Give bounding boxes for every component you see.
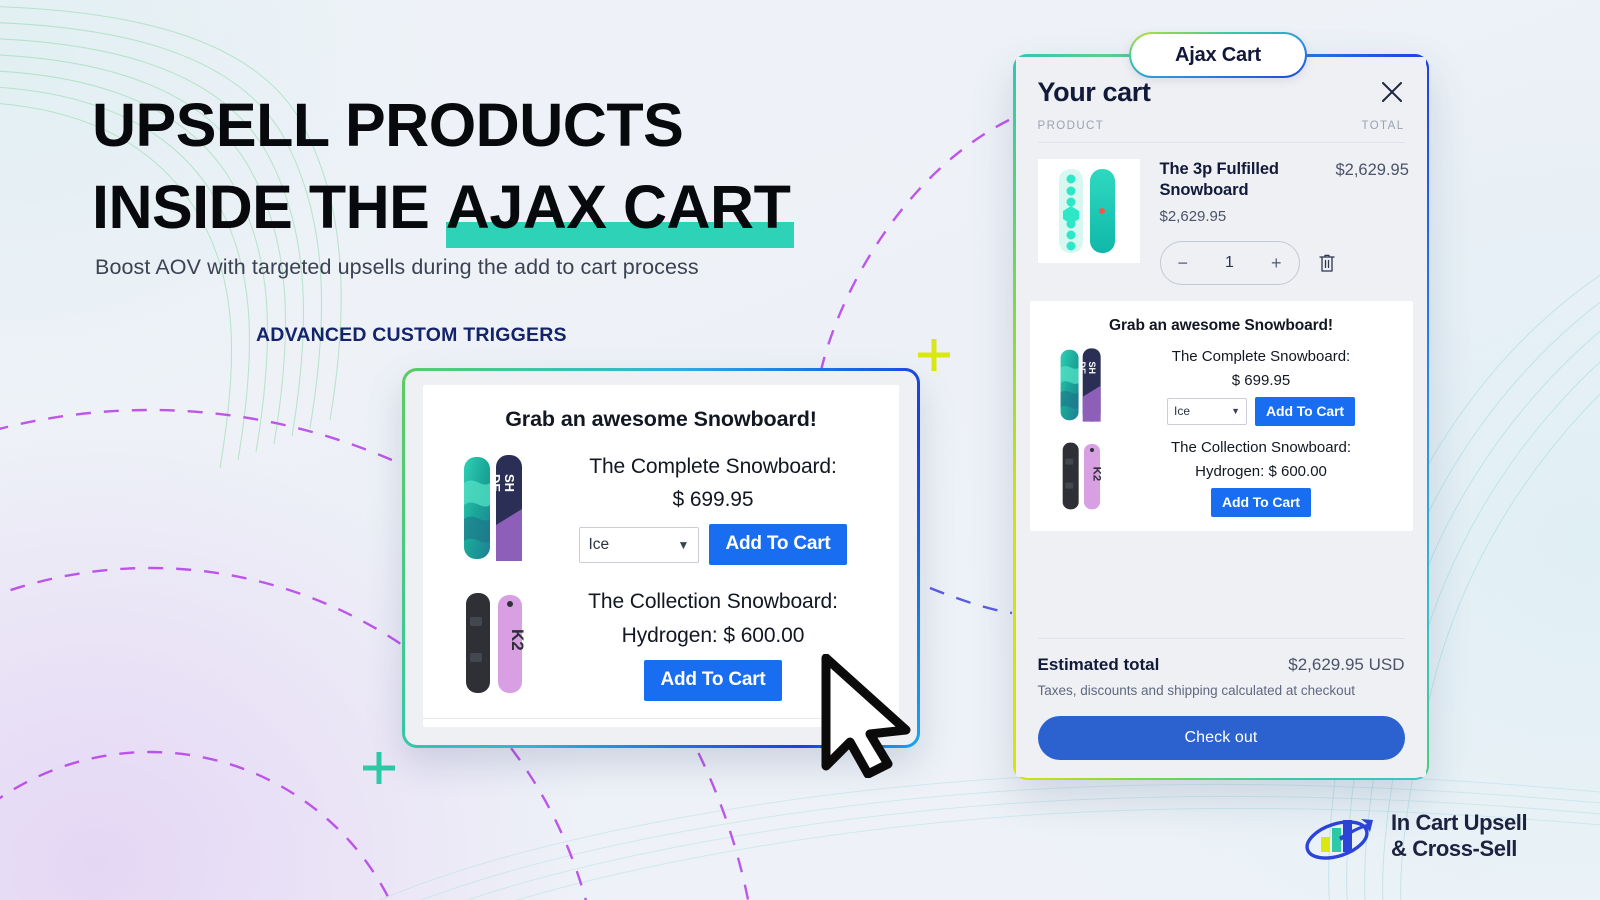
cart-upsell-row-2: K2 The Collection Snowboard: Hydrogen: $…	[1042, 436, 1401, 517]
feature-kicker: ADVANCED CUSTOM TRIGGERS	[256, 324, 567, 346]
column-header-product: PRODUCT	[1037, 119, 1105, 132]
cart-upsell-1-name: The Complete Snowboard:	[1171, 347, 1351, 365]
snowboard-collection-icon: K2	[466, 593, 527, 694]
cart-item-thumbnail	[1037, 158, 1140, 263]
checkout-button[interactable]: Check out	[1037, 715, 1405, 760]
upsell-popup-title: Grab an awesome Snowboard!	[505, 407, 817, 431]
svg-text:SH: SH	[1086, 362, 1096, 374]
ajax-cart-inner: Your cart PRODUCT TOTAL The 3p Fulfilled…	[1015, 56, 1427, 778]
cart-line-item: The 3p Fulfilled Snowboard $2,629.95 − 1…	[1016, 143, 1427, 285]
estimated-total-row: Estimated total $2,629.95 USD	[1038, 655, 1405, 675]
cart-upsell-2-thumbnail: K2	[1042, 441, 1122, 511]
cart-upsell-1-variant-wrap: Ice ▼	[1167, 397, 1248, 425]
cart-upsell-row-1: SH DE The Complete Snowboard: $ 699.95 Ic…	[1042, 345, 1401, 426]
svg-text:K2: K2	[508, 629, 527, 651]
popup-offer-2-price: Hydrogen: $ 600.00	[621, 623, 805, 647]
cart-upsell-2-price: Hydrogen: $ 600.00	[1195, 462, 1327, 480]
brand-logo-line-2: & Cross-Sell	[1391, 835, 1518, 861]
page-title: UPSELL PRODUCTS INSIDE THE AJAX CART	[92, 86, 892, 249]
cart-upsell-1-price: $ 699.95	[1231, 371, 1291, 389]
ajax-cart-badge-label: Ajax Cart	[1131, 34, 1305, 76]
cart-upsell-2-controls: Add To Cart	[1122, 487, 1401, 517]
snowboard-3p-fulfilled-icon	[1058, 168, 1115, 253]
popup-offer-1-variant-select[interactable]: Ice	[579, 526, 700, 563]
popup-offer-1-thumbnail: SH DE	[443, 453, 547, 563]
cart-item-quantity-row: − 1 +	[1159, 240, 1336, 285]
brand-logo-line-1: In Cart Upsell	[1391, 810, 1528, 835]
popup-offer-1-name: The Complete Snowboard:	[589, 455, 837, 478]
cart-upsell-1-body: The Complete Snowboard: $ 699.95 Ice ▼ A…	[1122, 345, 1401, 426]
popup-offer-2-add-to-cart-button[interactable]: Add To Cart	[644, 659, 782, 701]
quantity-increment-button[interactable]: +	[1271, 254, 1282, 272]
popup-offer-1-controls: Ice ▼ Add To Cart	[547, 524, 879, 566]
cart-footer-divider	[1037, 637, 1405, 639]
cart-upsell-1-add-to-cart-button[interactable]: Add To Cart	[1255, 396, 1355, 426]
popup-offer-1-body: The Complete Snowboard: $ 699.95 Ice ▼ A…	[547, 450, 879, 566]
popup-offer-1-price: $ 699.95	[672, 488, 754, 512]
trash-icon[interactable]	[1318, 253, 1336, 273]
cart-item-name: The 3p Fulfilled Snowboard	[1159, 159, 1280, 199]
headline-line-1: UPSELL PRODUCTS	[92, 91, 684, 159]
cart-upsell-2-name: The Collection Snowboard:	[1170, 438, 1352, 456]
headline-line-2-highlight: AJAX CART	[445, 173, 791, 242]
svg-text:SH: SH	[502, 474, 517, 492]
cart-item-details: The 3p Fulfilled Snowboard $2,629.95 − 1…	[1140, 159, 1336, 285]
cart-title: Your cart	[1037, 76, 1151, 107]
popup-offer-2-thumbnail: K2	[443, 591, 547, 695]
cart-item-unit-price: $2,629.95	[1159, 207, 1227, 225]
brand-logo: In Cart Upsell & Cross-Sell	[1303, 810, 1528, 862]
cart-upsell-2-add-to-cart-button[interactable]: Add To Cart	[1211, 487, 1311, 517]
cart-upsell-title: Grab an awesome Snowboard!	[1109, 316, 1333, 334]
ajax-cart-badge: Ajax Cart	[1129, 32, 1307, 78]
headline-line-2-prefix: INSIDE THE	[92, 173, 446, 242]
brand-logo-text: In Cart Upsell & Cross-Sell	[1391, 810, 1528, 862]
snowboard-collection-icon: K2	[1062, 442, 1102, 510]
quantity-stepper[interactable]: − 1 +	[1159, 240, 1300, 285]
cart-column-headers: PRODUCT TOTAL	[1016, 114, 1427, 142]
headline-highlight-wrap: AJAX CART	[445, 168, 795, 249]
estimated-total-value: $2,629.95 USD	[1288, 654, 1405, 674]
snowboard-complete-icon: SHDE	[464, 454, 522, 561]
estimated-total-note: Taxes, discounts and shipping calculated…	[1037, 682, 1355, 698]
cart-footer: Estimated total $2,629.95 USD Taxes, dis…	[1016, 637, 1427, 778]
column-header-total: TOTAL	[1361, 119, 1405, 132]
popup-offer-row-1: SH DE The Complete Snowboard: $ 699.95 Ic…	[443, 450, 879, 566]
snowboard-complete-icon: SHDE	[1060, 348, 1101, 422]
cart-item-line-total: $2,629.95	[1335, 160, 1409, 179]
quantity-decrement-button[interactable]: −	[1178, 254, 1189, 272]
close-icon[interactable]	[1379, 79, 1405, 105]
popup-offer-2-name: The Collection Snowboard:	[588, 590, 838, 614]
quantity-value: 1	[1225, 253, 1234, 271]
cart-upsell-2-body: The Collection Snowboard: Hydrogen: $ 60…	[1122, 436, 1401, 517]
cart-upsell-1-controls: Ice ▼ Add To Cart	[1122, 396, 1401, 426]
popup-offer-row-2: K2 The Collection Snowboard: Hydrogen: $…	[443, 585, 879, 701]
in-cart-upsell-logo-icon	[1305, 818, 1373, 860]
subheadline: Boost AOV with targeted upsells during t…	[95, 255, 699, 279]
headline-line-2: INSIDE THE AJAX CART	[92, 168, 892, 249]
svg-text:DE: DE	[488, 474, 503, 492]
estimated-total-label: Estimated total	[1037, 654, 1160, 674]
cart-upsell-block: Grab an awesome Snowboard! SH DE The Com…	[1029, 300, 1413, 531]
ajax-cart-panel: Your cart PRODUCT TOTAL The 3p Fulfilled…	[1013, 54, 1429, 780]
svg-text:K2: K2	[1090, 467, 1102, 481]
cart-upsell-1-variant-select[interactable]: Ice	[1167, 397, 1248, 425]
mouse-cursor-icon	[821, 654, 911, 778]
cart-upsell-1-thumbnail: SH DE	[1042, 347, 1122, 423]
svg-text:DE: DE	[1077, 362, 1087, 374]
popup-offer-1-variant-wrap: Ice ▼	[579, 526, 700, 563]
popup-offer-1-add-to-cart-button[interactable]: Add To Cart	[709, 524, 847, 566]
